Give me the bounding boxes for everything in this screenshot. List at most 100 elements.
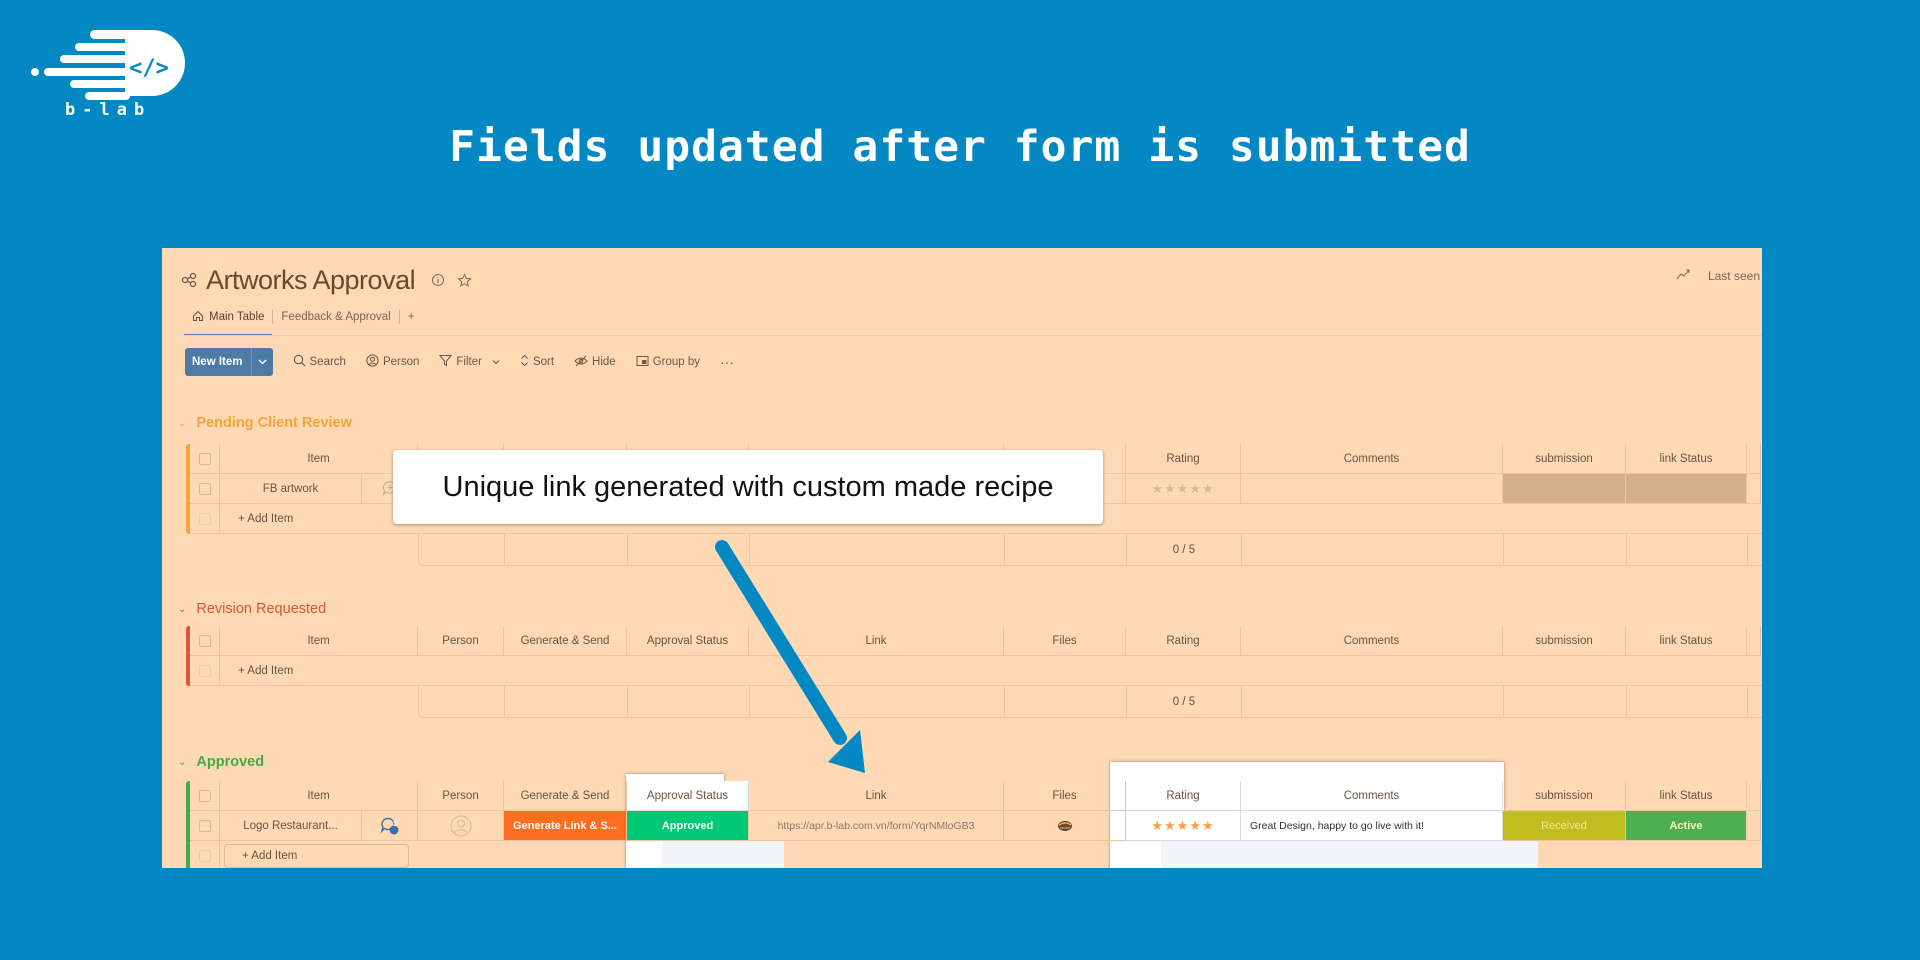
group-revision-requested[interactable]: ⌄ Revision Requested: [178, 599, 326, 619]
column-header-person[interactable]: Person: [418, 781, 504, 811]
sort-button[interactable]: Sort: [520, 354, 554, 370]
row-checkbox[interactable]: [198, 819, 211, 832]
group-title: Pending Client Review: [196, 415, 352, 431]
column-header-submission[interactable]: submission: [1503, 781, 1626, 811]
slide-title: Fields updated after form is submitted: [449, 122, 1471, 172]
board-header: Artworks Approval: [180, 262, 473, 298]
column-header-comments[interactable]: Comments: [1241, 781, 1503, 811]
row-checkbox: [198, 512, 211, 525]
add-item-button[interactable]: + Add Item: [224, 844, 409, 868]
home-icon: [192, 310, 204, 325]
item-name[interactable]: Logo Restaurant...: [220, 811, 362, 841]
group-pending-client-review[interactable]: ⌄ Pending Client Review: [178, 413, 352, 433]
info-icon[interactable]: [429, 271, 447, 289]
column-header-submission[interactable]: submission: [1503, 626, 1626, 656]
add-item-row: + Add Item: [190, 841, 1762, 868]
submission-cell[interactable]: [1503, 474, 1626, 504]
comments-cell[interactable]: [1241, 474, 1503, 504]
comments-cell[interactable]: Great Design, happy to go live with it!: [1241, 811, 1503, 841]
svg-text:</>: </>: [129, 56, 169, 81]
activity-icon: [1676, 268, 1690, 283]
select-all-checkbox[interactable]: [198, 634, 211, 647]
annotation-arrow-icon: [715, 540, 865, 773]
table-header-row: Item Person Generate & Send Approval Sta…: [190, 781, 1761, 811]
column-header-link-status[interactable]: link Status: [1626, 444, 1747, 474]
column-header-item[interactable]: Item: [220, 781, 418, 811]
select-all-checkbox[interactable]: [198, 789, 211, 802]
row-checkbox[interactable]: [198, 482, 211, 495]
new-item-button[interactable]: New Item: [185, 348, 273, 376]
tab-main-table[interactable]: Main Table: [184, 302, 273, 336]
last-seen[interactable]: Last seen: [1676, 268, 1760, 283]
column-header-files[interactable]: Files: [1004, 626, 1126, 656]
table-row: Logo Restaurant... 3 Generate Link & S..…: [190, 811, 1761, 841]
person-icon: [366, 354, 379, 370]
tab-feedback-approval[interactable]: Feedback & Approval: [273, 302, 398, 332]
column-header-item[interactable]: Item: [220, 626, 418, 656]
select-all-checkbox[interactable]: [198, 452, 211, 465]
board-toolbar: New Item Search Person Filter Sort Hide: [185, 348, 734, 376]
column-header-rating[interactable]: Rating: [1126, 444, 1241, 474]
item-name[interactable]: FB artwork: [220, 474, 362, 504]
link-status-cell[interactable]: [1626, 474, 1747, 504]
column-header-generate[interactable]: Generate & Send: [504, 781, 627, 811]
person-filter-button[interactable]: Person: [366, 354, 419, 370]
group-title: Revision Requested: [196, 601, 327, 617]
link-status-label[interactable]: Active: [1626, 811, 1747, 841]
chevron-down-icon[interactable]: ⌄: [178, 757, 186, 768]
column-header-comments[interactable]: Comments: [1241, 444, 1503, 474]
approval-status-label[interactable]: Approved: [627, 811, 749, 841]
tabs-divider: [184, 335, 1762, 336]
ellipsis-icon: ···: [720, 354, 734, 370]
generate-link-button[interactable]: Generate Link & S...: [504, 811, 627, 841]
column-header-person[interactable]: Person: [418, 626, 504, 656]
column-header-link-status[interactable]: link Status: [1626, 781, 1747, 811]
form-link[interactable]: https://apr.b-lab.com.vn/form/YqrNMloGB3: [749, 811, 1004, 841]
updates-icon[interactable]: 3: [362, 811, 418, 841]
hide-button[interactable]: Hide: [574, 355, 616, 370]
star-icon[interactable]: [455, 271, 473, 289]
column-header-rating[interactable]: Rating: [1126, 626, 1241, 656]
board-title: Artworks Approval: [206, 264, 416, 295]
group-approved[interactable]: ⌄ Approved: [178, 752, 264, 772]
eye-off-icon: [574, 355, 588, 370]
column-header-comments[interactable]: Comments: [1241, 626, 1503, 656]
person-avatar[interactable]: [418, 811, 504, 841]
group-by-icon: [636, 355, 649, 370]
add-item-row: + Add Item: [190, 656, 1762, 686]
rating-summary: 0 / 5: [1127, 686, 1242, 717]
filter-icon: [439, 354, 453, 370]
file-thumbnail[interactable]: [1004, 811, 1126, 841]
updates-count: 3: [393, 821, 397, 828]
row-checkbox: [198, 850, 211, 862]
share-icon[interactable]: [180, 271, 198, 289]
column-header-files[interactable]: Files: [1004, 781, 1126, 811]
column-header-generate[interactable]: Generate & Send: [504, 626, 627, 656]
group-by-button[interactable]: Group by: [636, 355, 700, 370]
annotation-callout: Unique link generated with custom made r…: [393, 450, 1103, 524]
board-screenshot: Artworks Approval Last seen Main Table F…: [162, 248, 1762, 868]
submission-status[interactable]: Received: [1503, 811, 1626, 841]
search-icon: [293, 354, 306, 370]
sort-icon: [520, 354, 529, 370]
group-summary-row: 0 / 5: [418, 686, 1762, 718]
column-header-rating[interactable]: Rating: [1126, 781, 1241, 811]
column-header-item[interactable]: Item: [220, 444, 418, 474]
search-button[interactable]: Search: [293, 354, 346, 370]
column-header-submission[interactable]: submission: [1503, 444, 1626, 474]
chevron-down-icon[interactable]: [250, 348, 273, 376]
rating-stars[interactable]: ★★★★★: [1126, 811, 1241, 841]
last-seen-label: Last seen: [1707, 268, 1760, 283]
chevron-down-icon[interactable]: ⌄: [178, 604, 186, 615]
more-options-button[interactable]: ···: [720, 354, 734, 370]
rating-summary: 0 / 5: [1127, 534, 1242, 565]
add-item-button[interactable]: + Add Item: [220, 656, 1762, 686]
filter-button[interactable]: Filter: [439, 354, 500, 370]
chevron-down-icon[interactable]: ⌄: [178, 418, 186, 429]
table-header-row: Item Person Generate & Send Approval Sta…: [190, 626, 1761, 656]
column-header-link-status[interactable]: link Status: [1626, 626, 1747, 656]
chevron-down-icon[interactable]: [492, 356, 500, 368]
rating-stars[interactable]: ★★★★★: [1126, 474, 1241, 504]
view-tabs: Main Table Feedback & Approval +: [184, 302, 423, 336]
add-view-button[interactable]: +: [400, 302, 423, 332]
